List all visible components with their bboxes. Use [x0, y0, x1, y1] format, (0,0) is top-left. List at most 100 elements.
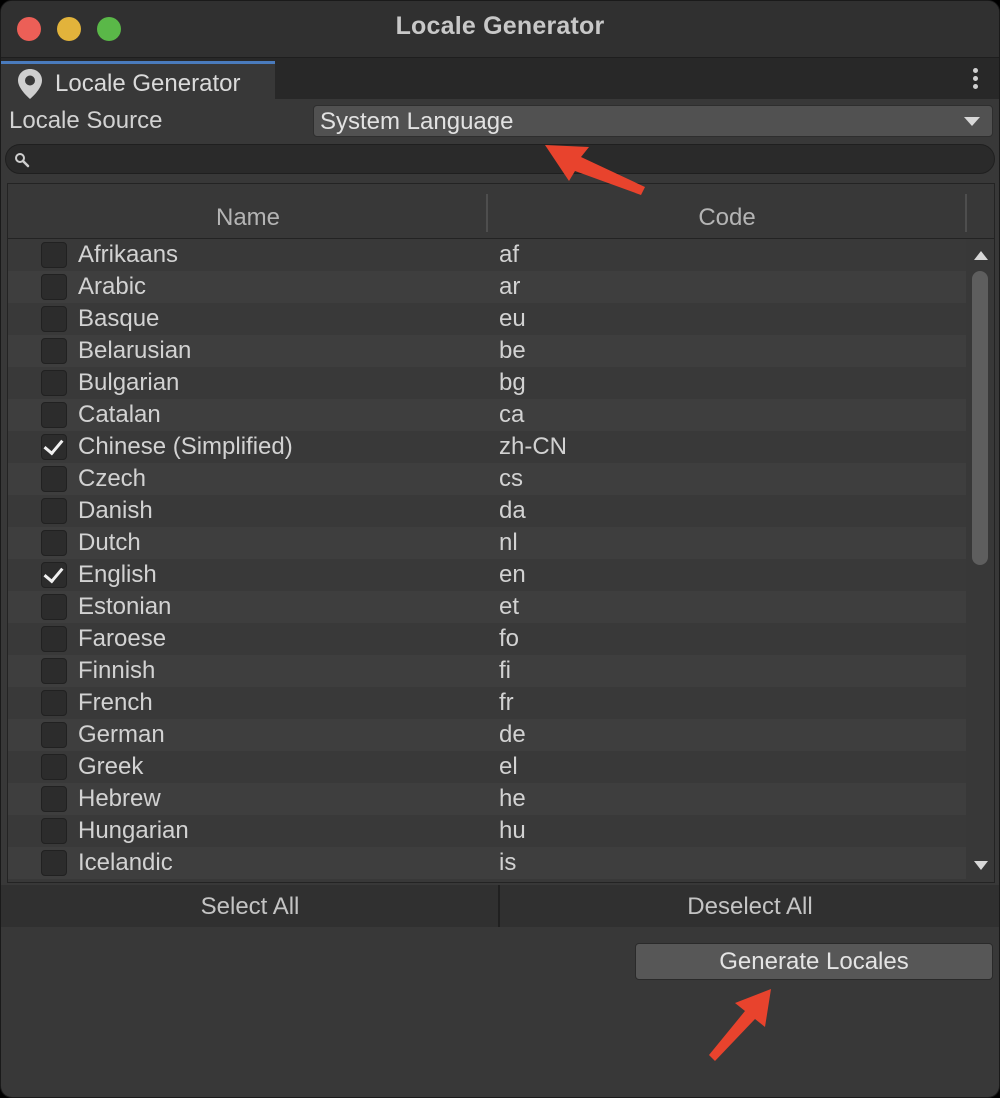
row-checkbox[interactable]	[41, 690, 67, 716]
vertical-scrollbar[interactable]	[968, 239, 994, 882]
row-checkbox[interactable]	[41, 434, 67, 460]
table-row[interactable]: Bulgarian bg	[8, 367, 966, 399]
row-checkbox[interactable]	[41, 466, 67, 492]
locale-name: Finnish	[78, 657, 156, 684]
table-row[interactable]: Belarusian be	[8, 335, 966, 367]
locale-name: Icelandic	[78, 849, 173, 876]
search-input[interactable]	[38, 147, 982, 173]
row-checkbox[interactable]	[41, 402, 67, 428]
locale-name: Greek	[78, 753, 144, 780]
locale-name: Danish	[78, 497, 153, 524]
column-header-code[interactable]: Code	[488, 204, 966, 232]
scroll-thumb[interactable]	[972, 271, 988, 565]
table-row[interactable]: Icelandic is	[8, 847, 966, 879]
search-icon	[14, 152, 30, 173]
locale-name: Arabic	[78, 273, 147, 300]
row-checkbox[interactable]	[41, 498, 67, 524]
annotation-arrow-icon	[545, 145, 645, 195]
table-row[interactable]: Arabic ar	[8, 271, 966, 303]
table-row[interactable]: Basque eu	[8, 303, 966, 335]
locale-code: fr	[499, 689, 514, 716]
select-all-button[interactable]: Select All	[1, 885, 499, 927]
locale-code: en	[499, 561, 526, 588]
table-row[interactable]: Danish da	[8, 495, 966, 527]
locale-name: Bulgarian	[78, 369, 180, 396]
more-options-icon[interactable]	[973, 68, 981, 92]
locale-name: French	[78, 689, 153, 716]
table-row[interactable]: Catalan ca	[8, 399, 966, 431]
location-pin-icon	[17, 68, 43, 105]
annotation-arrow-icon	[709, 989, 771, 1061]
table-row[interactable]: Faroese fo	[8, 623, 966, 655]
table-row[interactable]: Chinese (Simplified) zh-CN	[8, 431, 966, 463]
row-checkbox[interactable]	[41, 626, 67, 652]
scroll-down-arrow-icon[interactable]	[974, 861, 988, 870]
row-checkbox[interactable]	[41, 306, 67, 332]
locale-name: Hebrew	[78, 785, 161, 812]
row-checkbox[interactable]	[41, 274, 67, 300]
locale-source-label: Locale Source	[9, 107, 163, 134]
table-row[interactable]: Greek el	[8, 751, 966, 783]
tab-locale-generator[interactable]: Locale Generator	[1, 61, 275, 99]
table-row[interactable]: English en	[8, 559, 966, 591]
locale-name: Afrikaans	[78, 241, 179, 268]
locale-name: Catalan	[78, 401, 161, 428]
generate-locales-button[interactable]: Generate Locales	[635, 943, 993, 980]
tab-label: Locale Generator	[55, 70, 241, 97]
locale-code: cs	[499, 465, 523, 492]
locale-code: ar	[499, 273, 521, 300]
table-row[interactable]: Hungarian hu	[8, 815, 966, 847]
tab-bar: Locale Generator	[1, 58, 999, 99]
locale-name: Belarusian	[78, 337, 192, 364]
locale-code: eu	[499, 305, 526, 332]
scroll-up-arrow-icon[interactable]	[974, 251, 988, 260]
locale-name: Estonian	[78, 593, 172, 620]
table-row[interactable]: Dutch nl	[8, 527, 966, 559]
locale-code: da	[499, 497, 526, 524]
checkmark-icon	[43, 562, 64, 584]
table-row[interactable]: Hebrew he	[8, 783, 966, 815]
locale-name: Dutch	[78, 529, 141, 556]
row-checkbox[interactable]	[41, 850, 67, 876]
deselect-all-button[interactable]: Deselect All	[501, 885, 999, 927]
locale-code: fo	[499, 625, 520, 652]
row-checkbox[interactable]	[41, 658, 67, 684]
window-title: Locale Generator	[395, 12, 605, 40]
table-body: Afrikaans af Arabic ar Basque eu Belarusian be B…	[8, 239, 966, 882]
row-checkbox[interactable]	[41, 786, 67, 812]
search-field[interactable]	[5, 144, 995, 174]
column-divider[interactable]	[965, 194, 967, 232]
table-row[interactable]: Afrikaans af	[8, 239, 966, 271]
row-checkbox[interactable]	[41, 562, 67, 588]
locale-source-dropdown[interactable]: System Language	[313, 105, 993, 137]
row-checkbox[interactable]	[41, 754, 67, 780]
row-checkbox[interactable]	[41, 594, 67, 620]
locale-generator-window: Locale Generator Locale Generator Locale…	[0, 0, 1000, 1098]
table-row[interactable]: German de	[8, 719, 966, 751]
table-row[interactable]: Finnish fi	[8, 655, 966, 687]
row-checkbox[interactable]	[41, 818, 67, 844]
row-checkbox[interactable]	[41, 530, 67, 556]
locale-name: Hungarian	[78, 817, 189, 844]
row-checkbox[interactable]	[41, 242, 67, 268]
button-divider	[498, 885, 500, 927]
locale-code: nl	[499, 529, 518, 556]
table-row[interactable]: Czech cs	[8, 463, 966, 495]
row-checkbox[interactable]	[41, 338, 67, 364]
column-header-name[interactable]: Name	[8, 204, 488, 232]
row-checkbox[interactable]	[41, 370, 67, 396]
table-row[interactable]: French fr	[8, 687, 966, 719]
locale-code: de	[499, 721, 526, 748]
locale-code: et	[499, 593, 520, 620]
locale-name: Chinese (Simplified)	[78, 433, 293, 460]
locale-code: he	[499, 785, 526, 812]
locale-code: el	[499, 753, 518, 780]
checkmark-icon	[43, 434, 64, 456]
locale-code: be	[499, 337, 526, 364]
row-checkbox[interactable]	[41, 722, 67, 748]
locale-code: bg	[499, 369, 526, 396]
locale-code: ca	[499, 401, 525, 428]
locale-name: Czech	[78, 465, 147, 492]
table-row[interactable]: Estonian et	[8, 591, 966, 623]
title-bar: Locale Generator	[1, 1, 999, 58]
